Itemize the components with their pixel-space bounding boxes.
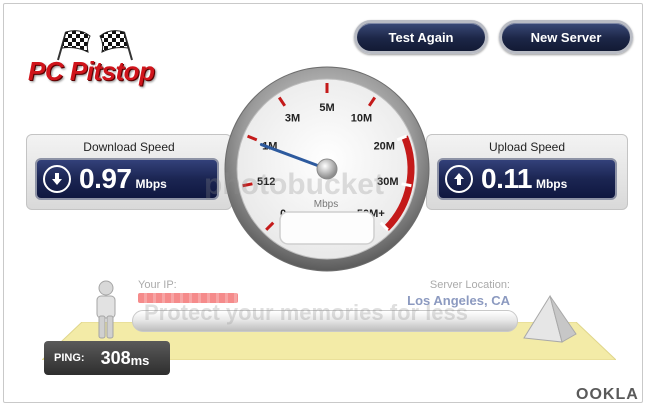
gauge-tick-label: 512 bbox=[257, 176, 275, 188]
gauge-unit-label: Mbps bbox=[314, 199, 338, 210]
gauge-tick-label: 3M bbox=[285, 112, 300, 124]
download-speed-unit: Mbps bbox=[135, 177, 167, 191]
gauge-tick-label: 10M bbox=[351, 112, 372, 124]
gauge-tick bbox=[242, 182, 253, 188]
upload-arrow-icon bbox=[445, 165, 473, 193]
gauge-tick-label: 30M bbox=[377, 176, 398, 188]
download-arrow-icon bbox=[43, 165, 71, 193]
download-speed-box: 0.97 Mbps bbox=[35, 158, 219, 200]
gauge-tick bbox=[401, 182, 412, 188]
download-title: Download Speed bbox=[83, 140, 175, 154]
ping-value: 308 bbox=[100, 347, 131, 368]
gauge-tick-label: 5M bbox=[319, 102, 334, 114]
speed-gauge: 05121M3M5M10M20M30M50M+ Mbps bbox=[224, 66, 430, 272]
ping-label: PING: bbox=[54, 352, 85, 364]
download-speed-value: 0.97 bbox=[79, 163, 132, 194]
ping-box: PING: 308 ms bbox=[44, 341, 170, 375]
upload-panel: Upload Speed 0.11 Mbps bbox=[426, 134, 628, 210]
gauge-hub bbox=[316, 158, 338, 180]
ookla-logo: OOKLA bbox=[576, 386, 639, 403]
server-location-label: Server Location: bbox=[429, 279, 510, 291]
speedtest-window: PC Pitstop Test Again New Server Downloa… bbox=[3, 3, 643, 403]
upload-speed-value: 0.11 bbox=[481, 163, 532, 194]
server-location-value: Los Angeles, CA bbox=[407, 293, 510, 308]
gauge-readout-box bbox=[279, 211, 375, 245]
server-pyramid-icon bbox=[523, 294, 577, 343]
new-server-button[interactable]: New Server bbox=[499, 20, 633, 54]
ip-address-redacted bbox=[138, 293, 238, 303]
test-again-button[interactable]: Test Again bbox=[354, 20, 488, 54]
ping-unit: ms bbox=[130, 352, 150, 368]
download-panel: Download Speed 0.97 Mbps bbox=[26, 134, 232, 210]
upload-speed-unit: Mbps bbox=[535, 177, 568, 191]
person-icon bbox=[96, 280, 116, 339]
logo-text: PC Pitstop bbox=[28, 56, 155, 86]
connection-tube bbox=[132, 310, 518, 332]
your-ip-label: Your IP: bbox=[138, 279, 177, 291]
gauge-tick-label: 20M bbox=[374, 140, 395, 152]
upload-title: Upload Speed bbox=[488, 140, 566, 154]
upload-speed-box: 0.11 Mbps bbox=[437, 158, 617, 200]
pc-pitstop-logo: PC Pitstop bbox=[28, 30, 198, 90]
